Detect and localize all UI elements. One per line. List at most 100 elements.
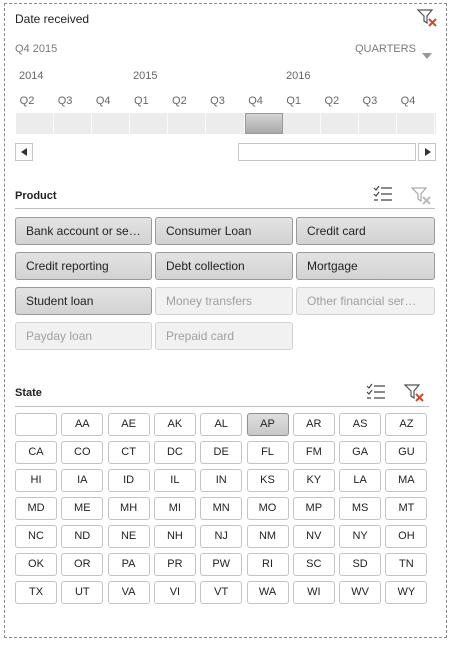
clear-filter-icon[interactable] [416, 8, 439, 33]
timeline-quarter-label: Q2 [172, 95, 187, 107]
state-slicer-item[interactable]: DC [153, 441, 196, 464]
state-slicer-item[interactable]: HI [15, 469, 57, 492]
state-slicer-item[interactable]: WV [339, 581, 382, 604]
state-slicer-item[interactable]: NE [107, 525, 150, 548]
state-slicer-item[interactable]: NJ [200, 525, 243, 548]
timeline-bar[interactable] [16, 113, 436, 134]
state-slicer-item[interactable]: TN [385, 553, 428, 576]
state-slicer-item[interactable]: NV [292, 525, 335, 548]
state-slicer-item[interactable]: KS [246, 469, 289, 492]
state-slicer-item[interactable]: GA [339, 441, 382, 464]
state-slicer-item[interactable]: NH [153, 525, 196, 548]
state-slicer-item[interactable]: MA [385, 469, 428, 492]
timeline-quarter-label: Q3 [362, 95, 378, 107]
timeline-segment[interactable] [397, 113, 436, 134]
state-slicer-item[interactable]: LA [339, 469, 382, 492]
product-slicer-item[interactable]: Credit reporting [15, 252, 152, 280]
state-slicer-item[interactable]: AL [200, 413, 243, 436]
state-slicer-item[interactable]: ID [107, 469, 150, 492]
state-slicer-item[interactable]: OK [15, 553, 57, 576]
state-slicer-item[interactable]: MI [153, 497, 196, 520]
state-slicer-item[interactable]: IL [153, 469, 196, 492]
timeline-segment[interactable] [16, 113, 55, 134]
state-slicer-item[interactable]: WI [292, 581, 335, 604]
state-slicer-item[interactable]: AR [292, 413, 335, 436]
state-slicer-item[interactable]: FL [246, 441, 289, 464]
state-slicer-item[interactable]: MD [15, 497, 57, 520]
state-slicer-item[interactable]: WA [246, 581, 289, 604]
state-slicer-item[interactable]: VT [200, 581, 243, 604]
timeline-segment[interactable] [54, 113, 93, 134]
chevron-down-icon[interactable] [422, 46, 432, 64]
state-slicer-item[interactable]: KY [292, 469, 335, 492]
state-slicer-item[interactable]: AE [107, 413, 150, 436]
product-slicer-item[interactable]: Bank account or se… [15, 217, 152, 245]
state-slicer-item[interactable]: CT [107, 441, 150, 464]
product-slicer-item[interactable]: Other financial ser… [296, 287, 435, 315]
clear-filter-icon[interactable] [403, 383, 426, 408]
state-slicer-item[interactable]: AS [339, 413, 382, 436]
state-slicer-item[interactable]: MN [200, 497, 243, 520]
state-slicer-item[interactable]: IN [200, 469, 243, 492]
state-slicer-item[interactable]: AA [61, 413, 104, 436]
product-slicer-item[interactable]: Credit card [296, 217, 435, 245]
multi-select-icon[interactable] [366, 383, 386, 406]
product-slicer-item[interactable]: Consumer Loan [155, 217, 293, 245]
product-slicer-item[interactable]: Prepaid card [155, 322, 293, 350]
timeline-segment[interactable] [207, 113, 245, 134]
state-slicer-item[interactable]: ME [61, 497, 104, 520]
state-slicer-item[interactable]: NC [15, 525, 57, 548]
state-slicer-item[interactable]: PA [107, 553, 150, 576]
state-slicer-item[interactable]: VI [153, 581, 196, 604]
product-slicer-item[interactable]: Student loan [15, 287, 152, 315]
state-slicer-item[interactable]: MP [292, 497, 335, 520]
state-slicer-item[interactable] [15, 413, 57, 436]
timeline-segment[interactable] [130, 113, 169, 134]
scroll-right-button[interactable] [418, 143, 436, 161]
state-slicer-item[interactable]: IA [61, 469, 104, 492]
timeline-scroll-thumb[interactable] [238, 143, 416, 161]
state-slicer-item[interactable]: NM [246, 525, 289, 548]
timeline-segment[interactable] [321, 113, 359, 134]
product-slicer-item[interactable]: Payday loan [15, 322, 152, 350]
state-slicer-item[interactable]: OR [61, 553, 104, 576]
scroll-left-button[interactable] [15, 143, 33, 161]
state-slicer-item[interactable]: ND [61, 525, 104, 548]
state-slicer-item[interactable]: SC [292, 553, 335, 576]
timeline-segment[interactable] [283, 113, 321, 134]
timeline-segment[interactable] [359, 113, 397, 134]
state-slicer-item[interactable]: GU [385, 441, 428, 464]
timeline-segment[interactable] [92, 113, 131, 134]
state-slicer-item[interactable]: UT [61, 581, 104, 604]
state-slicer-item[interactable]: TX [15, 581, 57, 604]
state-slicer-item[interactable]: PR [153, 553, 196, 576]
timeline-segment-selected[interactable] [244, 113, 283, 134]
product-slicer-item[interactable]: Mortgage [296, 252, 435, 280]
state-slicer-item[interactable]: SD [339, 553, 382, 576]
state-slicer-item[interactable]: PW [200, 553, 243, 576]
state-slicer-item[interactable]: NY [339, 525, 382, 548]
timeline-segment[interactable] [168, 113, 207, 134]
state-slicer-item[interactable]: AP [246, 413, 289, 436]
multi-select-icon[interactable] [373, 185, 393, 208]
state-slicer-item[interactable]: RI [246, 553, 289, 576]
timeline-level-selector[interactable]: QUARTERS [355, 43, 416, 55]
state-slicer-item[interactable]: VA [107, 581, 150, 604]
state-slicer-item[interactable]: WY [385, 581, 428, 604]
state-header-divider [15, 406, 429, 407]
timeline-quarter-label: Q1 [286, 95, 302, 107]
state-slicer-item[interactable]: FM [292, 441, 335, 464]
state-slicer-item[interactable]: CA [15, 441, 57, 464]
state-slicer-item[interactable]: OH [385, 525, 428, 548]
state-slicer-item[interactable]: CO [61, 441, 104, 464]
state-slicer-item[interactable]: MS [339, 497, 382, 520]
scroll-left-icon [21, 148, 27, 156]
state-slicer-item[interactable]: AZ [385, 413, 428, 436]
state-slicer-item[interactable]: DE [200, 441, 243, 464]
state-slicer-item[interactable]: MO [246, 497, 289, 520]
product-slicer-item[interactable]: Money transfers [155, 287, 293, 315]
state-slicer-item[interactable]: AK [153, 413, 196, 436]
product-slicer-item[interactable]: Debt collection [155, 252, 293, 280]
state-slicer-item[interactable]: MH [107, 497, 150, 520]
state-slicer-item[interactable]: MT [385, 497, 428, 520]
